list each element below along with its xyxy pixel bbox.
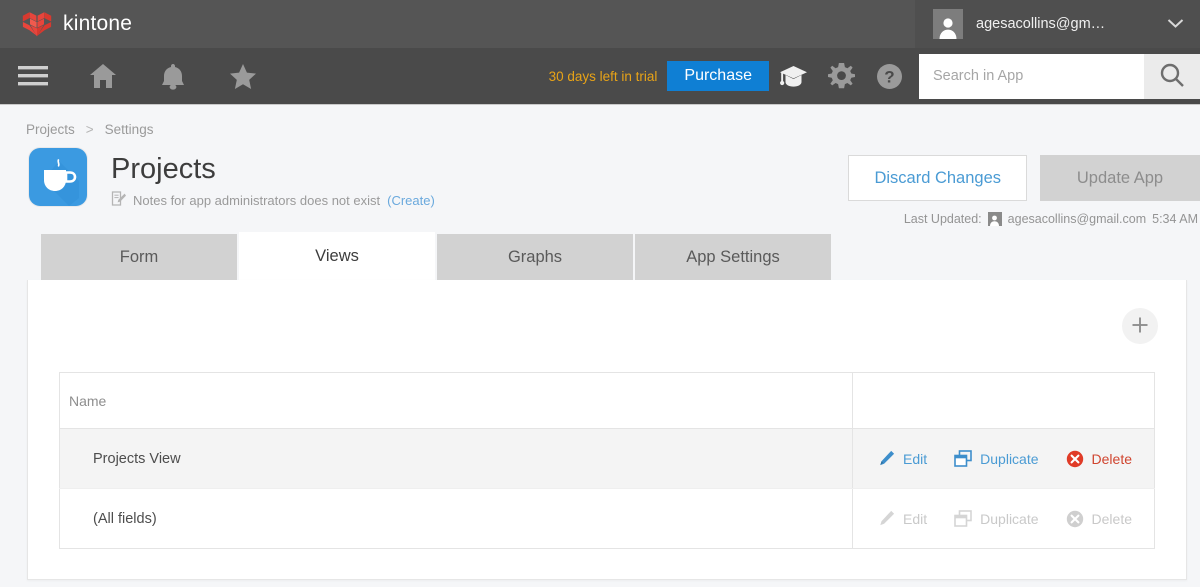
- app-icon[interactable]: [29, 148, 87, 206]
- hamburger-icon[interactable]: [10, 53, 56, 99]
- last-updated-label: Last Updated:: [904, 212, 982, 226]
- last-updated-time: 5:34 AM: [1152, 212, 1198, 226]
- edit-view-label: Edit: [903, 511, 927, 527]
- app-title-group: Projects Notes for app administrators do…: [87, 148, 435, 209]
- nav-icon-group: [0, 53, 266, 99]
- search-icon: [1159, 62, 1185, 91]
- update-app-button[interactable]: Update App: [1040, 155, 1200, 201]
- table-header-row: Name: [60, 373, 1155, 429]
- tab-graphs[interactable]: Graphs: [437, 234, 633, 280]
- discard-changes-button[interactable]: Discard Changes: [848, 155, 1027, 201]
- search-button[interactable]: [1144, 54, 1200, 99]
- nav-bar: 30 days left in trial Purchase ?: [0, 48, 1200, 105]
- search-input[interactable]: [919, 54, 1144, 99]
- row-actions-cell: Edit Duplicate: [853, 429, 1155, 489]
- purchase-button[interactable]: Purchase: [667, 61, 769, 91]
- graduation-cap-icon[interactable]: [769, 48, 817, 105]
- page-title: Projects: [111, 152, 435, 186]
- user-email-label: agesacollins@gm…: [976, 16, 1154, 32]
- create-note-link[interactable]: (Create): [387, 193, 435, 208]
- settings-tabs: Form Views Graphs App Settings: [0, 232, 1200, 280]
- views-table-wrap: Name Projects View: [28, 372, 1186, 549]
- edit-view-link[interactable]: Edit: [878, 450, 927, 467]
- svg-text:?: ?: [884, 67, 894, 86]
- last-updated-user: agesacollins@gmail.com: [1008, 212, 1146, 226]
- top-bar: kintone agesacollins@gm…: [0, 0, 1200, 48]
- edit-view-label: Edit: [903, 451, 927, 467]
- kintone-logo-icon: [22, 11, 52, 37]
- pencil-icon: [878, 510, 895, 527]
- duplicate-view-link-disabled: Duplicate: [954, 510, 1038, 527]
- breadcrumb-item-projects[interactable]: Projects: [26, 122, 75, 137]
- delete-circle-icon: [1066, 450, 1084, 468]
- user-menu[interactable]: agesacollins@gm…: [915, 0, 1200, 48]
- help-icon[interactable]: ?: [865, 48, 913, 105]
- delete-view-link[interactable]: Delete: [1066, 450, 1132, 468]
- note-edit-icon: [111, 191, 126, 209]
- breadcrumb-item-settings[interactable]: Settings: [105, 122, 154, 137]
- app-note-text: Notes for app administrators does not ex…: [133, 193, 380, 208]
- view-name-cell: Projects View: [60, 429, 853, 489]
- tab-app-settings[interactable]: App Settings: [635, 234, 831, 280]
- app-note: Notes for app administrators does not ex…: [111, 186, 435, 209]
- home-icon[interactable]: [80, 53, 126, 99]
- views-table-body: Projects View Edit: [60, 429, 1155, 549]
- column-header-name: Name: [60, 373, 853, 429]
- column-header-actions: [853, 373, 1155, 429]
- brand-logo[interactable]: kintone: [0, 11, 132, 37]
- gear-icon[interactable]: [817, 48, 865, 105]
- row-actions-cell: Edit Duplicate: [853, 489, 1155, 549]
- table-row[interactable]: Projects View Edit: [60, 429, 1155, 489]
- views-table-head: Name: [60, 373, 1155, 429]
- chevron-down-icon[interactable]: [1167, 17, 1184, 32]
- breadcrumb: Projects > Settings: [0, 105, 1200, 137]
- search-box: [919, 54, 1200, 99]
- app-header: Projects Notes for app administrators do…: [0, 137, 1200, 232]
- duplicate-view-label: Duplicate: [980, 451, 1038, 467]
- tab-views[interactable]: Views: [239, 232, 435, 280]
- breadcrumb-separator: >: [86, 122, 94, 137]
- view-name-cell: (All fields): [60, 489, 853, 549]
- last-updated-avatar: [988, 212, 1002, 226]
- pencil-icon: [878, 450, 895, 467]
- avatar: [933, 9, 963, 39]
- tab-form[interactable]: Form: [41, 234, 237, 280]
- edit-view-link-disabled: Edit: [878, 510, 927, 527]
- views-panel: Name Projects View: [27, 280, 1187, 580]
- panel-toolbar: [28, 280, 1186, 372]
- duplicate-view-label: Duplicate: [980, 511, 1038, 527]
- duplicate-icon: [954, 450, 972, 467]
- add-view-button[interactable]: [1122, 308, 1158, 344]
- delete-circle-icon: [1066, 510, 1084, 528]
- nav-right-group: 30 days left in trial Purchase ?: [549, 48, 1200, 104]
- brand-name: kintone: [63, 12, 132, 36]
- plus-icon: [1130, 315, 1150, 338]
- star-icon[interactable]: [220, 53, 266, 99]
- duplicate-icon: [954, 510, 972, 527]
- last-updated-info: Last Updated: agesacollins@gmail.com 5:3…: [848, 201, 1200, 226]
- views-table: Name Projects View: [59, 372, 1155, 549]
- delete-view-link-disabled: Delete: [1066, 510, 1132, 528]
- delete-view-label: Delete: [1092, 511, 1132, 527]
- table-row[interactable]: (All fields) Edit: [60, 489, 1155, 549]
- trial-status-label: 30 days left in trial: [549, 69, 668, 84]
- bell-icon[interactable]: [150, 53, 196, 99]
- delete-view-label: Delete: [1092, 451, 1132, 467]
- header-actions: Discard Changes Update App Last Updated:…: [848, 155, 1200, 226]
- duplicate-view-link[interactable]: Duplicate: [954, 450, 1038, 467]
